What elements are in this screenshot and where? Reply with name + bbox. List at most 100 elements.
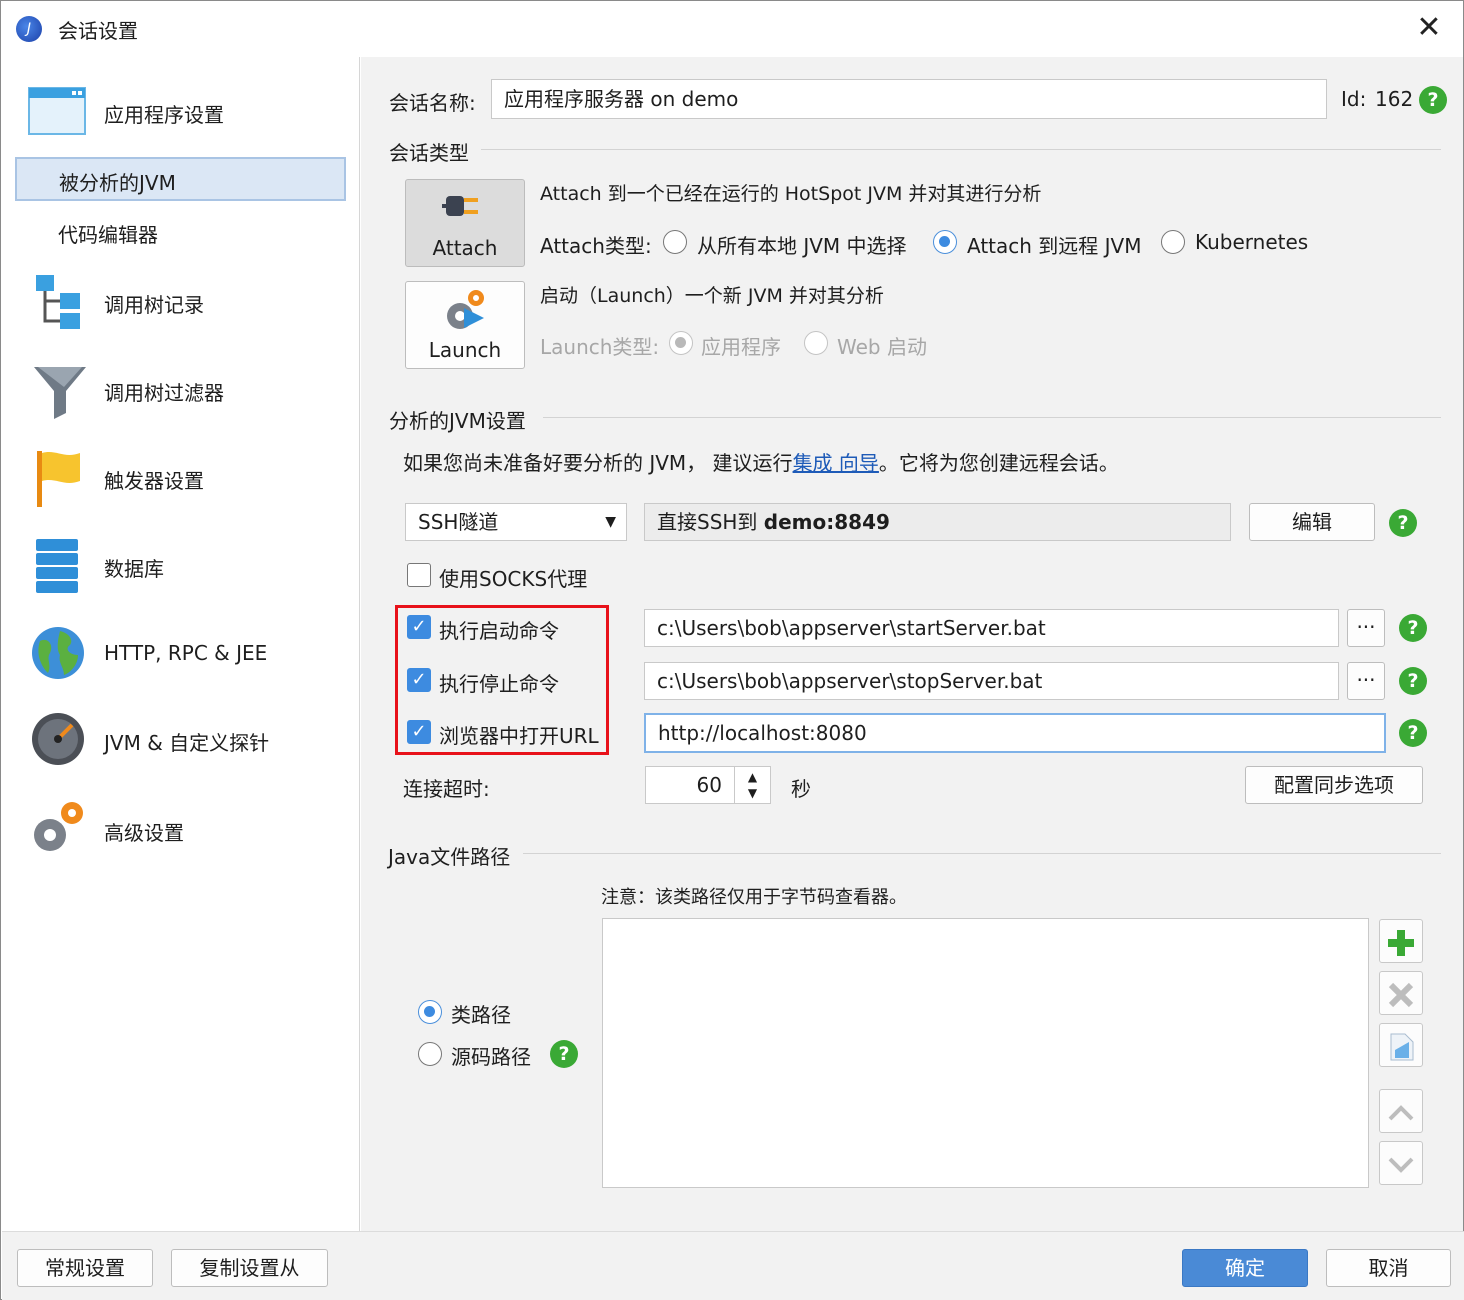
sourcepath-radio[interactable] [418,1042,442,1066]
plug-icon [442,190,488,227]
integration-wizard-link[interactable]: 集成 向导 [793,451,879,475]
spinner-arrows-icon[interactable]: ▲ ▼ [734,767,770,803]
sidebar-item-profiled-jvm[interactable]: 被分析的JVM [15,157,346,201]
connection-timeout-unit: 秒 [791,777,811,801]
session-id-value: 162 [1375,87,1414,111]
connection-timeout-spinner[interactable]: 60 ▲ ▼ [645,766,771,804]
attach-type-local-label: 从所有本地 JVM 中选择 [697,234,907,258]
sidebar-item-label: 被分析的JVM [59,171,176,195]
classpath-radio[interactable] [418,1000,442,1024]
sidebar-item-call-tree-recording[interactable]: 调用树记录 [2,267,360,337]
add-path-button[interactable] [1379,919,1423,963]
sidebar-item-http-rpc-jee[interactable]: HTTP, RPC & JEE [2,619,360,689]
flag-icon [34,449,84,509]
stop-command-label: 执行停止命令 [439,672,559,696]
socks-proxy-label: 使用SOCKS代理 [439,567,588,591]
sidebar-item-jvm-custom-probes[interactable]: JVM & 自定义探针 [2,707,360,777]
ssh-summary-prefix: 直接SSH到 [657,510,758,534]
attach-type-remote-radio[interactable] [933,230,957,254]
plus-icon [1386,929,1416,956]
help-icon[interactable]: ? [1399,667,1427,695]
launch-mode-button[interactable]: Launch [405,281,525,369]
help-icon[interactable]: ? [550,1040,578,1068]
connection-type-value: SSH隧道 [418,510,499,534]
sourcepath-label: 源码路径 [451,1045,531,1069]
configure-sync-button[interactable]: 配置同步选项 [1245,766,1423,804]
session-settings-dialog: J 会话设置 ✕ 应用程序设置 被分析的JVM 代码编辑器 调用树记录 调用树过… [0,0,1464,1300]
session-name-label: 会话名称: [389,91,476,115]
chevron-up-icon [1387,1099,1415,1123]
start-command-browse-button[interactable]: ··· [1347,609,1385,647]
help-icon[interactable]: ? [1399,614,1427,642]
stop-command-browse-button[interactable]: ··· [1347,662,1385,700]
launch-description: 启动（Launch）一个新 JVM 并对其分析 [540,285,884,307]
session-name-input[interactable]: 应用程序服务器 on demo [491,79,1327,119]
funnel-icon [32,363,88,419]
socks-proxy-checkbox[interactable] [407,563,431,587]
launch-gear-icon [442,288,490,337]
open-url-checkbox[interactable]: ✓ [407,720,431,744]
attach-description: Attach 到一个已经在运行的 HotSpot JVM 并对其进行分析 [540,183,1042,205]
classpath-label: 类路径 [451,1003,511,1027]
remove-path-button[interactable] [1379,971,1423,1015]
call-tree-icon [34,273,86,331]
edit-button[interactable]: 编辑 [1249,503,1375,541]
connection-type-select[interactable]: SSH隧道 ▼ [405,503,627,541]
stop-command-input[interactable]: c:\Users\bob\appserver\stopServer.bat [644,662,1339,700]
document-icon [1387,1033,1415,1060]
launch-type-webstart-radio[interactable] [804,331,828,355]
sidebar-item-advanced-settings[interactable]: 高级设置 [2,795,360,865]
sidebar-item-databases[interactable]: 数据库 [2,531,360,601]
stop-command-checkbox[interactable]: ✓ [407,668,431,692]
path-list[interactable] [602,918,1369,1188]
launch-type-application-radio[interactable] [669,331,693,355]
help-icon[interactable]: ? [1399,719,1427,747]
cancel-button[interactable]: 取消 [1326,1249,1451,1287]
help-icon[interactable]: ? [1419,86,1447,114]
sidebar-item-label: HTTP, RPC & JEE [104,641,268,665]
attach-mode-button[interactable]: Attach [405,179,525,267]
start-command-label: 执行启动命令 [439,619,559,643]
database-icon [34,537,80,595]
edit-path-button[interactable] [1379,1023,1423,1067]
attach-type-remote-label: Attach 到远程 JVM [967,234,1142,258]
section-divider [543,417,1441,418]
attach-type-kubernetes-radio[interactable] [1161,230,1185,254]
chevron-down-icon: ▼ [605,514,616,530]
launch-type-label: Launch类型: [540,335,660,359]
open-url-input[interactable]: http://localhost:8080 [644,713,1386,753]
attach-type-kubernetes-label: Kubernetes [1195,230,1309,254]
sidebar: 应用程序设置 被分析的JVM 代码编辑器 调用树记录 调用树过滤器 触发器设置 … [2,57,360,1231]
java-paths-title: Java文件路径 [388,845,511,869]
title-bar: J 会话设置 ✕ [1,1,1463,57]
ssh-summary-field: 直接SSH到 demo:8849 [644,503,1231,541]
ssh-summary-target: demo:8849 [763,510,890,534]
copy-settings-button[interactable]: 复制设置从 [171,1249,328,1287]
dialog-footer: 常规设置 复制设置从 确定 取消 [2,1231,1464,1300]
open-url-label: 浏览器中打开URL [439,724,599,748]
wizard-hint: 如果您尚未准备好要分析的 JVM， 建议运行集成 向导。它将为您创建远程会话。 [403,447,1119,476]
launch-type-application-label: 应用程序 [701,335,781,359]
main-panel: 会话名称: 应用程序服务器 on demo Id: 162 ? 会话类型 Att… [361,57,1463,1231]
help-icon[interactable]: ? [1389,509,1417,537]
ok-button[interactable]: 确定 [1182,1249,1308,1287]
connection-timeout-value: 60 [696,773,722,797]
globe-icon [30,625,86,681]
start-command-input[interactable]: c:\Users\bob\appserver\startServer.bat [644,609,1339,647]
start-command-checkbox[interactable]: ✓ [407,615,431,639]
close-button[interactable]: ✕ [1411,11,1447,47]
move-up-button[interactable] [1379,1089,1423,1133]
sidebar-item-label: 调用树过滤器 [104,381,224,405]
attach-type-local-radio[interactable] [663,230,687,254]
sidebar-item-app-settings[interactable]: 应用程序设置 [2,77,360,147]
launch-type-webstart-label: Web 启动 [837,335,927,359]
general-settings-button[interactable]: 常规设置 [17,1249,153,1287]
app-window-icon [28,87,86,135]
sidebar-item-label: 数据库 [104,557,164,581]
sidebar-item-trigger-settings[interactable]: 触发器设置 [2,443,360,513]
java-paths-note: 注意：该类路径仅用于字节码查看器。 [601,887,907,908]
app-logo-icon: J [16,16,42,42]
sidebar-item-code-editor[interactable]: 代码编辑器 [2,209,360,253]
move-down-button[interactable] [1379,1141,1423,1185]
sidebar-item-call-tree-filters[interactable]: 调用树过滤器 [2,355,360,425]
